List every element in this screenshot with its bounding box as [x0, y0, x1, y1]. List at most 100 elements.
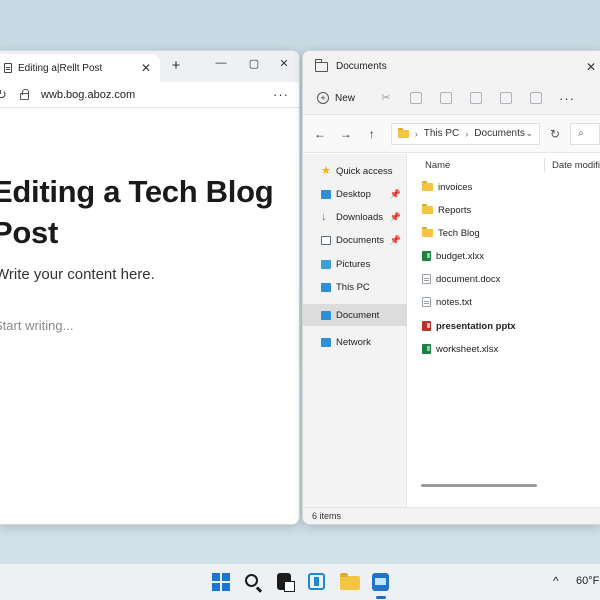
file-row[interactable]: notes.txt [408, 291, 600, 313]
column-header-date-modified[interactable]: Date modified [552, 154, 600, 176]
sidebar-item-pictures[interactable]: Pictures [303, 253, 407, 275]
windows-logo-icon [222, 583, 230, 591]
sidebar-item-documents[interactable]: Documents 📌 [303, 229, 407, 251]
column-header-name[interactable]: Name [425, 154, 450, 176]
file-list: Name Date modified invoices Reports Tech… [408, 154, 600, 507]
file-row[interactable]: presentation pptx [408, 315, 600, 337]
browser-tab-bar: Editing a|Rellt Post ✕ + — ▢ ✕ [0, 51, 299, 82]
windows-logo-icon [222, 573, 230, 581]
sidebar-item-label: Document [336, 309, 380, 321]
sidebar-item-quick-access[interactable]: ★ Quick access [303, 160, 407, 182]
browser-menu-button[interactable]: ··· [269, 87, 293, 102]
chevron-right-icon: › [414, 128, 418, 139]
breadcrumb-this-pc[interactable]: This PC [424, 128, 460, 139]
app-icon[interactable] [372, 573, 389, 591]
sidebar-item-desktop[interactable]: Desktop 📌 [303, 183, 407, 205]
url-field[interactable]: wwb.bog.aboz.com [20, 85, 269, 105]
editor-placeholder[interactable]: Start writing... [0, 318, 73, 333]
horizontal-scrollbar[interactable] [421, 484, 537, 487]
pictures-icon [321, 259, 331, 269]
star-icon: ★ [321, 164, 331, 177]
page-content: Editing a Tech Blog Post Write your cont… [0, 108, 299, 524]
excel-file-icon [422, 344, 431, 354]
status-bar: 6 items [303, 507, 600, 524]
file-row[interactable]: Tech Blog [408, 222, 600, 244]
file-row[interactable]: budget.xlxx [408, 245, 600, 267]
powerpoint-file-icon [422, 321, 431, 331]
new-button[interactable]: + New [317, 92, 355, 104]
weather-widget[interactable]: 60°F [576, 575, 599, 587]
forward-arrow-icon[interactable]: → [337, 127, 355, 141]
delete-icon[interactable] [530, 92, 543, 104]
file-name: Tech Blog [438, 227, 480, 239]
pin-icon: 📌 [389, 234, 401, 245]
browser-window: Editing a|Rellt Post ✕ + — ▢ ✕ ↻ wwb.bog… [0, 50, 300, 525]
document-file-icon [422, 274, 431, 284]
column-divider[interactable] [544, 158, 545, 172]
new-button-label: New [335, 92, 356, 104]
excel-file-icon [422, 251, 431, 261]
tab-close-icon[interactable]: ✕ [138, 61, 154, 75]
breadcrumb-documents[interactable]: Documents [474, 128, 525, 139]
show-hidden-icons-chevron[interactable]: ^ [553, 574, 559, 588]
tab-title: Editing a|Rellt Post [18, 62, 103, 74]
sidebar-item-downloads[interactable]: ↓ Downloads 📌 [303, 206, 407, 228]
reload-icon[interactable]: ↻ [0, 87, 14, 103]
sidebar-item-this-pc[interactable]: This PC [303, 276, 407, 298]
new-tab-button[interactable]: + [167, 57, 185, 74]
document-icon [4, 63, 12, 73]
page-subtitle[interactable]: Write your content here. [0, 266, 155, 283]
store-icon[interactable] [308, 573, 325, 590]
url-text: wwb.bog.aboz.com [41, 88, 136, 101]
sidebar-item-label: Downloads [336, 211, 383, 223]
back-arrow-icon[interactable]: ← [311, 127, 329, 141]
text-file-icon [422, 297, 431, 307]
windows-logo-icon [212, 573, 220, 581]
explorer-toolbar: + New ✂ ··· [303, 82, 600, 115]
cut-icon[interactable]: ✂ [380, 92, 392, 104]
more-options-button[interactable]: ··· [559, 91, 575, 106]
browser-tab-active[interactable]: Editing a|Rellt Post ✕ [0, 54, 160, 82]
rename-icon[interactable] [470, 92, 483, 104]
file-row[interactable]: invoices [408, 176, 600, 198]
close-button[interactable]: ✕ [274, 57, 294, 70]
breadcrumb[interactable]: › This PC › Documents ⌄ [390, 122, 541, 145]
start-button[interactable] [211, 572, 231, 592]
pin-icon: 📌 [389, 211, 401, 222]
search-input[interactable]: ⌕ [570, 122, 600, 145]
search-icon[interactable] [245, 574, 258, 587]
sidebar-item-label: Pictures [336, 258, 371, 270]
plus-icon: + [317, 92, 329, 104]
folder-icon [422, 181, 433, 191]
file-name: invoices [438, 181, 473, 193]
windows-logo-icon [212, 583, 220, 591]
share-icon[interactable] [500, 92, 513, 104]
document-icon [321, 310, 331, 320]
explorer-nav-bar: ← → ↑ › This PC › Documents ⌄ ↻ ⌕ [303, 115, 600, 153]
active-app-indicator [376, 596, 386, 599]
copy-icon[interactable] [410, 92, 423, 104]
close-button[interactable]: ✕ [586, 60, 596, 74]
file-row[interactable]: Reports [408, 199, 600, 221]
file-row[interactable]: document.docx [408, 268, 600, 290]
maximize-button[interactable]: ▢ [244, 57, 264, 70]
task-view-icon[interactable] [277, 573, 295, 592]
chevron-down-icon[interactable]: ⌄ [525, 128, 533, 139]
file-row[interactable]: worksheet.xlsx [408, 338, 600, 360]
file-explorer-icon[interactable] [340, 573, 360, 590]
refresh-icon[interactable]: ↻ [550, 127, 560, 141]
folder-icon [397, 127, 409, 138]
minimize-button[interactable]: — [211, 57, 231, 69]
download-icon: ↓ [321, 210, 327, 223]
sidebar-item-network[interactable]: Network [303, 331, 407, 353]
documents-icon [321, 235, 331, 245]
page-title[interactable]: Editing a Tech Blog Post [0, 171, 292, 253]
file-name: worksheet.xlsx [436, 343, 499, 355]
folder-icon [422, 204, 433, 214]
paste-icon[interactable] [440, 92, 453, 104]
folder-icon [315, 58, 328, 72]
up-arrow-icon[interactable]: ↑ [363, 127, 381, 141]
sidebar-item-label: Desktop [336, 188, 371, 200]
sidebar-item-document[interactable]: Document [303, 304, 407, 326]
address-bar: ↻ wwb.bog.aboz.com ··· [0, 82, 299, 108]
